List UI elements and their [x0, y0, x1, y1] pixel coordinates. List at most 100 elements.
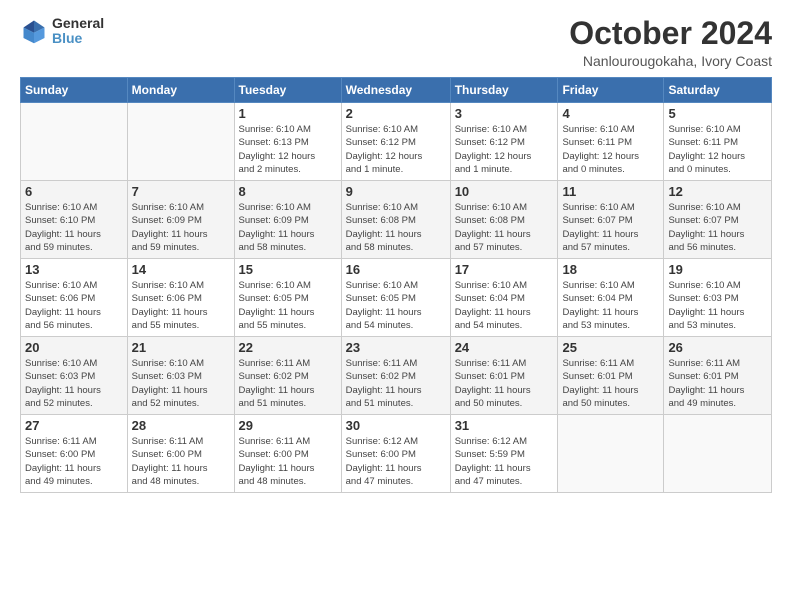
- table-row: 4Sunrise: 6:10 AMSunset: 6:11 PMDaylight…: [558, 103, 664, 181]
- day-number: 3: [455, 106, 554, 121]
- table-row: [127, 103, 234, 181]
- logo-text: General Blue: [52, 16, 104, 47]
- header: General Blue October 2024 Nanlourougokah…: [20, 16, 772, 69]
- day-number: 19: [668, 262, 767, 277]
- page: General Blue October 2024 Nanlourougokah…: [0, 0, 792, 612]
- day-info: Sunrise: 6:10 AMSunset: 6:11 PMDaylight:…: [668, 123, 767, 176]
- table-row: 16 Sunrise: 6:10 AMSunset: 6:05 PMDayligh…: [341, 259, 450, 337]
- day-number: 20: [25, 340, 123, 355]
- day-number: 5: [668, 106, 767, 121]
- day-number: 7: [132, 184, 230, 199]
- day-info: Sunrise: 6:11 AMSunset: 6:00 PMDaylight:…: [132, 435, 230, 488]
- table-row: [664, 415, 772, 493]
- col-thursday: Thursday: [450, 78, 558, 103]
- table-row: 31Sunrise: 6:12 AMSunset: 5:59 PMDayligh…: [450, 415, 558, 493]
- title-area: October 2024 Nanlourougokaha, Ivory Coas…: [569, 16, 772, 69]
- table-row: [558, 415, 664, 493]
- day-number: 11: [562, 184, 659, 199]
- table-row: 22Sunrise: 6:11 AMSunset: 6:02 PMDayligh…: [234, 337, 341, 415]
- logo-icon: [20, 17, 48, 45]
- day-number: 9: [346, 184, 446, 199]
- table-row: 28 Sunrise: 6:11 AMSunset: 6:00 PMDayligh…: [127, 415, 234, 493]
- table-row: 27 Sunrise: 6:11 AMSunset: 6:00 PMDayligh…: [21, 415, 128, 493]
- day-number: 31: [455, 418, 554, 433]
- table-row: 25 Sunrise: 6:11 AMSunset: 6:01 PMDayligh…: [558, 337, 664, 415]
- table-row: 18Sunrise: 6:10 AMSunset: 6:04 PMDayligh…: [558, 259, 664, 337]
- day-number: 27: [25, 418, 123, 433]
- logo: General Blue: [20, 16, 104, 47]
- table-row: 9 Sunrise: 6:10 AMSunset: 6:08 PMDaylight…: [341, 181, 450, 259]
- day-info: Sunrise: 6:10 AMSunset: 6:12 PMDaylight:…: [455, 123, 554, 176]
- calendar-table: Sunday Monday Tuesday Wednesday Thursday…: [20, 77, 772, 493]
- day-number: 13: [25, 262, 123, 277]
- table-row: 6Sunrise: 6:10 AMSunset: 6:10 PMDaylight…: [21, 181, 128, 259]
- day-number: 24: [455, 340, 554, 355]
- month-title: October 2024: [569, 16, 772, 51]
- day-number: 15: [239, 262, 337, 277]
- table-row: 12 Sunrise: 6:10 AMSunset: 6:07 PMDayligh…: [664, 181, 772, 259]
- day-info: Sunrise: 6:10 AMSunset: 6:03 PMDaylight:…: [25, 357, 123, 410]
- col-saturday: Saturday: [664, 78, 772, 103]
- table-row: 2 Sunrise: 6:10 AMSunset: 6:12 PMDaylight…: [341, 103, 450, 181]
- table-row: [21, 103, 128, 181]
- day-info: Sunrise: 6:10 AMSunset: 6:09 PMDaylight:…: [239, 201, 337, 254]
- day-info: Sunrise: 6:11 AMSunset: 6:02 PMDaylight:…: [239, 357, 337, 410]
- day-number: 14: [132, 262, 230, 277]
- table-row: 11 Sunrise: 6:10 AMSunset: 6:07 PMDayligh…: [558, 181, 664, 259]
- day-info: Sunrise: 6:11 AMSunset: 6:02 PMDaylight:…: [346, 357, 446, 410]
- col-friday: Friday: [558, 78, 664, 103]
- calendar-week-row: 1 Sunrise: 6:10 AMSunset: 6:13 PMDaylight…: [21, 103, 772, 181]
- day-info: Sunrise: 6:10 AMSunset: 6:05 PMDaylight:…: [239, 279, 337, 332]
- day-number: 21: [132, 340, 230, 355]
- table-row: 19 Sunrise: 6:10 AMSunset: 6:03 PMDayligh…: [664, 259, 772, 337]
- table-row: 10 Sunrise: 6:10 AMSunset: 6:08 PMDayligh…: [450, 181, 558, 259]
- day-info: Sunrise: 6:10 AMSunset: 6:07 PMDaylight:…: [562, 201, 659, 254]
- day-number: 1: [239, 106, 337, 121]
- table-row: 23 Sunrise: 6:11 AMSunset: 6:02 PMDayligh…: [341, 337, 450, 415]
- table-row: 29Sunrise: 6:11 AMSunset: 6:00 PMDayligh…: [234, 415, 341, 493]
- day-number: 16: [346, 262, 446, 277]
- calendar-week-row: 13 Sunrise: 6:10 AMSunset: 6:06 PMDayligh…: [21, 259, 772, 337]
- table-row: 8 Sunrise: 6:10 AMSunset: 6:09 PMDaylight…: [234, 181, 341, 259]
- day-info: Sunrise: 6:11 AMSunset: 6:01 PMDaylight:…: [562, 357, 659, 410]
- day-info: Sunrise: 6:10 AMSunset: 6:05 PMDaylight:…: [346, 279, 446, 332]
- table-row: 14 Sunrise: 6:10 AMSunset: 6:06 PMDayligh…: [127, 259, 234, 337]
- calendar-week-row: 27 Sunrise: 6:11 AMSunset: 6:00 PMDayligh…: [21, 415, 772, 493]
- day-info: Sunrise: 6:10 AMSunset: 6:06 PMDaylight:…: [132, 279, 230, 332]
- table-row: 21 Sunrise: 6:10 AMSunset: 6:03 PMDayligh…: [127, 337, 234, 415]
- day-info: Sunrise: 6:10 AMSunset: 6:06 PMDaylight:…: [25, 279, 123, 332]
- day-number: 23: [346, 340, 446, 355]
- day-number: 30: [346, 418, 446, 433]
- table-row: 13 Sunrise: 6:10 AMSunset: 6:06 PMDayligh…: [21, 259, 128, 337]
- day-info: Sunrise: 6:10 AMSunset: 6:10 PMDaylight:…: [25, 201, 123, 254]
- day-info: Sunrise: 6:10 AMSunset: 6:11 PMDaylight:…: [562, 123, 659, 176]
- table-row: 15 Sunrise: 6:10 AMSunset: 6:05 PMDayligh…: [234, 259, 341, 337]
- day-info: Sunrise: 6:11 AMSunset: 6:00 PMDaylight:…: [25, 435, 123, 488]
- day-info: Sunrise: 6:10 AMSunset: 6:08 PMDaylight:…: [455, 201, 554, 254]
- day-number: 17: [455, 262, 554, 277]
- day-info: Sunrise: 6:10 AMSunset: 6:04 PMDaylight:…: [455, 279, 554, 332]
- day-number: 12: [668, 184, 767, 199]
- day-info: Sunrise: 6:11 AMSunset: 6:01 PMDaylight:…: [455, 357, 554, 410]
- day-info: Sunrise: 6:10 AMSunset: 6:07 PMDaylight:…: [668, 201, 767, 254]
- day-number: 18: [562, 262, 659, 277]
- col-wednesday: Wednesday: [341, 78, 450, 103]
- day-info: Sunrise: 6:11 AMSunset: 6:00 PMDaylight:…: [239, 435, 337, 488]
- table-row: 7Sunrise: 6:10 AMSunset: 6:09 PMDaylight…: [127, 181, 234, 259]
- logo-line2: Blue: [52, 31, 104, 46]
- col-sunday: Sunday: [21, 78, 128, 103]
- day-info: Sunrise: 6:10 AMSunset: 6:08 PMDaylight:…: [346, 201, 446, 254]
- day-number: 2: [346, 106, 446, 121]
- day-number: 28: [132, 418, 230, 433]
- table-row: 3 Sunrise: 6:10 AMSunset: 6:12 PMDaylight…: [450, 103, 558, 181]
- day-info: Sunrise: 6:10 AMSunset: 6:03 PMDaylight:…: [668, 279, 767, 332]
- day-info: Sunrise: 6:10 AMSunset: 6:13 PMDaylight:…: [239, 123, 337, 176]
- col-monday: Monday: [127, 78, 234, 103]
- day-info: Sunrise: 6:10 AMSunset: 6:03 PMDaylight:…: [132, 357, 230, 410]
- day-number: 25: [562, 340, 659, 355]
- day-info: Sunrise: 6:10 AMSunset: 6:12 PMDaylight:…: [346, 123, 446, 176]
- table-row: 26Sunrise: 6:11 AMSunset: 6:01 PMDayligh…: [664, 337, 772, 415]
- day-number: 10: [455, 184, 554, 199]
- day-number: 8: [239, 184, 337, 199]
- table-row: 5 Sunrise: 6:10 AMSunset: 6:11 PMDaylight…: [664, 103, 772, 181]
